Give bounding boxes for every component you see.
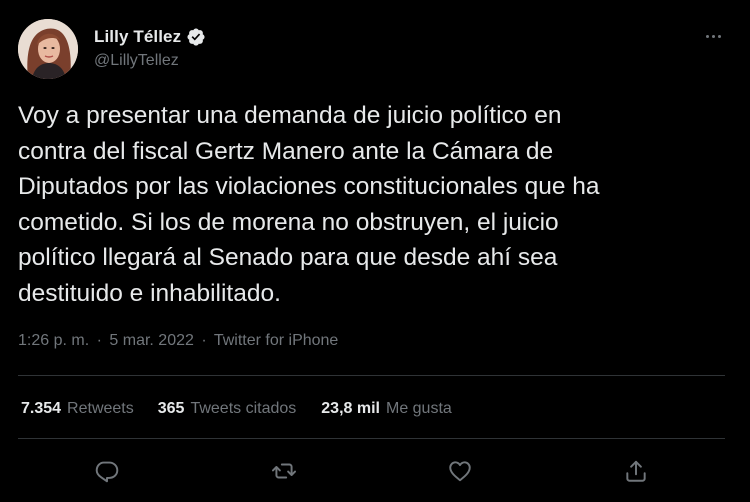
tweet-date[interactable]: 5 mar. 2022 <box>109 332 194 349</box>
author-name[interactable]: Lilly Téllez <box>94 27 181 47</box>
retweet-icon[interactable] <box>271 458 297 484</box>
divider <box>18 438 725 439</box>
retweets-count: 7.354 <box>21 400 62 417</box>
tweet-time[interactable]: 1:26 p. m. <box>18 332 89 349</box>
tweet-meta: 1:26 p. m. · 5 mar. 2022 · Twitter for i… <box>18 332 338 350</box>
meta-separator: · <box>201 332 207 349</box>
reply-icon[interactable] <box>94 458 120 484</box>
quotes-stat[interactable]: 365 Tweets citados <box>158 400 297 418</box>
share-icon[interactable] <box>623 458 649 484</box>
retweets-label: Retweets <box>67 400 134 417</box>
tweet-source[interactable]: Twitter for iPhone <box>214 332 339 349</box>
likes-stat[interactable]: 23,8 mil Me gusta <box>321 400 452 418</box>
likes-label: Me gusta <box>385 400 452 417</box>
tweet-text: Voy a presentar una demanda de juicio po… <box>18 102 600 307</box>
quotes-count: 365 <box>157 400 185 417</box>
meta-separator: · <box>96 332 102 349</box>
quotes-label: Tweets citados <box>190 400 297 417</box>
author-handle[interactable]: @LillyTellez <box>94 52 179 70</box>
like-icon[interactable] <box>447 458 473 484</box>
more-options-icon[interactable] <box>697 26 729 46</box>
avatar[interactable] <box>18 19 78 79</box>
divider <box>18 375 725 376</box>
tweet-card: Lilly Téllez @LillyTellez Voy a presenta… <box>0 0 750 502</box>
tweet-stats: 7.354 Retweets 365 Tweets citados 23,8 m… <box>21 400 452 418</box>
likes-count: 23,8 mil <box>321 400 380 417</box>
author-name-row[interactable]: Lilly Téllez <box>94 27 206 47</box>
retweets-stat[interactable]: 7.354 Retweets <box>21 400 134 418</box>
verified-badge-icon <box>187 28 205 46</box>
